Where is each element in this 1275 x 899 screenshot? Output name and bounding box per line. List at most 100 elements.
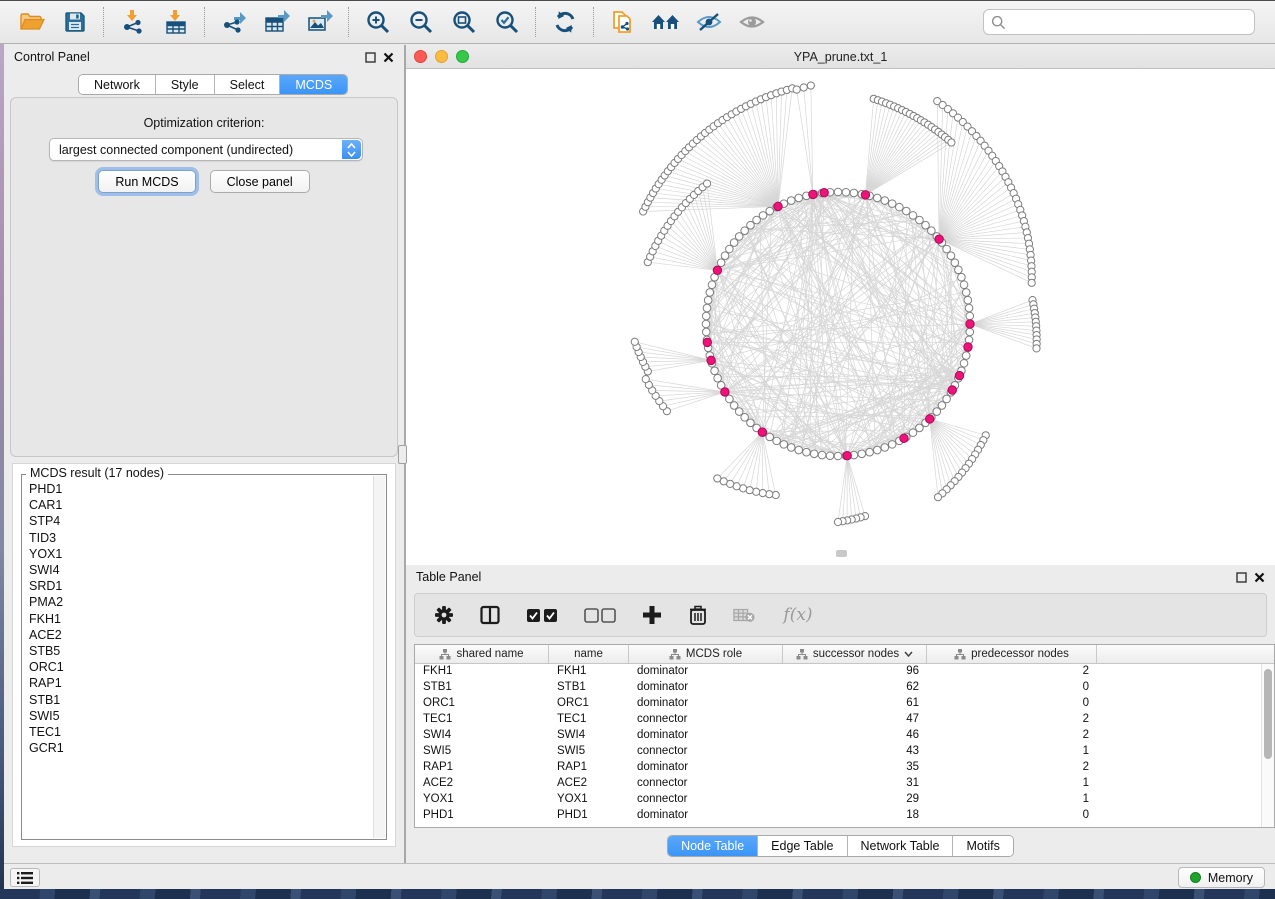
graph-node[interactable] (702, 312, 710, 320)
graph-node[interactable] (966, 328, 974, 336)
table-cell-name[interactable]: FKH1 (549, 664, 629, 680)
mcds-result-item[interactable]: SWI4 (29, 562, 372, 578)
column-header-successor-nodes[interactable]: successor nodes (783, 645, 927, 663)
table-cell-successor-nodes[interactable]: 61 (783, 696, 927, 712)
graph-hub-node[interactable] (948, 386, 956, 394)
mcds-result-item[interactable]: PMA2 (29, 594, 372, 610)
table-cell-predecessor-nodes[interactable]: 0 (927, 808, 1097, 824)
column-header-name[interactable]: name (549, 645, 629, 663)
graph-node[interactable] (810, 450, 818, 458)
splitter-handle[interactable] (398, 445, 407, 464)
graph-node[interactable] (962, 352, 970, 360)
graph-node[interactable] (943, 245, 951, 253)
save-session-button[interactable] (53, 4, 96, 40)
graph-node[interactable] (888, 200, 896, 208)
table-row[interactable]: ORC1ORC1dominator610 (415, 696, 1261, 712)
add-column-button[interactable] (641, 604, 663, 626)
graph-node[interactable] (965, 304, 973, 312)
graph-leaf-node[interactable] (807, 82, 814, 89)
graph-node[interactable] (702, 320, 710, 328)
graph-leaf-node[interactable] (759, 490, 766, 497)
graph-node[interactable] (858, 450, 866, 458)
graph-hub-node[interactable] (966, 320, 974, 328)
graph-node[interactable] (873, 446, 881, 454)
graph-node[interactable] (966, 312, 974, 320)
table-row[interactable]: ACE2ACE2connector311 (415, 776, 1261, 792)
graph-node[interactable] (702, 328, 710, 336)
graph-node[interactable] (873, 194, 881, 202)
graph-node[interactable] (795, 194, 803, 202)
zoom-selected-button[interactable] (485, 4, 528, 40)
table-row[interactable]: RAP1RAP1dominator352 (415, 760, 1261, 776)
table-cell-shared-name[interactable]: FKH1 (415, 664, 549, 680)
mcds-result-item[interactable]: STP4 (29, 513, 372, 529)
table-cell-successor-nodes[interactable]: 62 (783, 680, 927, 696)
tab-network[interactable]: Network (79, 75, 156, 94)
graph-hub-node[interactable] (861, 191, 869, 199)
delete-column-button[interactable] (687, 604, 709, 626)
table-cell-mcds-role[interactable]: connector (629, 776, 783, 792)
zoom-in-button[interactable] (356, 4, 399, 40)
graph-leaf-node[interactable] (834, 518, 841, 525)
table-cell-shared-name[interactable]: PHD1 (415, 808, 549, 824)
tab-select[interactable]: Select (215, 75, 281, 94)
table-cell-name[interactable]: STB1 (549, 680, 629, 696)
table-cell-mcds-role[interactable]: dominator (629, 664, 783, 680)
graph-node[interactable] (803, 448, 811, 456)
table-cell-predecessor-nodes[interactable]: 0 (927, 680, 1097, 696)
graph-leaf-node[interactable] (753, 488, 760, 495)
table-cell-shared-name[interactable]: RAP1 (415, 760, 549, 776)
graph-node[interactable] (881, 444, 889, 452)
table-cell-predecessor-nodes[interactable]: 1 (927, 776, 1097, 792)
tab-motifs[interactable]: Motifs (953, 836, 1012, 856)
mcds-result-item[interactable]: PHD1 (29, 481, 372, 497)
graph-hub-node[interactable] (707, 356, 715, 364)
delete-table-button[interactable] (733, 604, 755, 626)
mcds-result-item[interactable]: STB5 (29, 643, 372, 659)
tab-mcds[interactable]: MCDS (280, 75, 347, 94)
float-panel-icon[interactable] (365, 52, 376, 63)
table-cell-name[interactable]: TEC1 (549, 712, 629, 728)
table-row[interactable]: TEC1TEC1connector472 (415, 712, 1261, 728)
graph-node[interactable] (704, 296, 712, 304)
table-cell-successor-nodes[interactable]: 18 (783, 808, 927, 824)
mcds-result-list[interactable]: PHD1CAR1STP4TID3YOX1SWI4SRD1PMA2FKH1ACE2… (23, 479, 372, 838)
graph-node[interactable] (787, 197, 795, 205)
table-row[interactable]: SWI4SWI4dominator462 (415, 728, 1261, 744)
graph-node[interactable] (726, 395, 734, 403)
network-window-titlebar[interactable]: YPA_prune.txt_1 (406, 45, 1275, 69)
graph-leaf-node[interactable] (934, 494, 941, 501)
table-cell-mcds-role[interactable]: dominator (629, 680, 783, 696)
export-network-button[interactable] (212, 4, 255, 40)
result-list-scrollbar[interactable] (373, 476, 385, 838)
table-row[interactable]: FKH1FKH1dominator962 (415, 664, 1261, 680)
mcds-result-item[interactable]: TID3 (29, 530, 372, 546)
graph-node[interactable] (766, 207, 774, 215)
network-canvas[interactable] (406, 69, 1275, 565)
table-row[interactable]: YOX1YOX1connector291 (415, 792, 1261, 808)
graph-hub-node[interactable] (955, 371, 963, 379)
zoom-fit-button[interactable] (442, 4, 485, 40)
table-vscroll-thumb[interactable] (1264, 669, 1272, 759)
table-cell-successor-nodes[interactable]: 47 (783, 712, 927, 728)
graph-node[interactable] (795, 446, 803, 454)
close-panel-icon[interactable] (383, 52, 394, 63)
mcds-result-item[interactable]: CAR1 (29, 497, 372, 513)
graph-node[interactable] (842, 188, 850, 196)
table-cell-mcds-role[interactable]: connector (629, 792, 783, 808)
graph-hub-node[interactable] (758, 428, 766, 436)
graph-node[interactable] (714, 374, 722, 382)
open-file-button[interactable] (10, 4, 53, 40)
graph-hub-node[interactable] (900, 434, 908, 442)
close-panel-icon[interactable] (1254, 572, 1265, 583)
graph-node[interactable] (759, 212, 767, 220)
float-panel-icon[interactable] (1236, 572, 1247, 583)
table-cell-name[interactable]: ORC1 (549, 696, 629, 712)
graph-node[interactable] (947, 252, 955, 260)
table-settings-button[interactable] (433, 604, 455, 626)
graph-node[interactable] (962, 289, 970, 297)
table-vscrollbar[interactable] (1261, 664, 1274, 827)
close-panel-button[interactable]: Close panel (210, 170, 310, 193)
column-header-mcds-role[interactable]: MCDS role (629, 645, 783, 663)
export-image-button[interactable] (298, 4, 341, 40)
